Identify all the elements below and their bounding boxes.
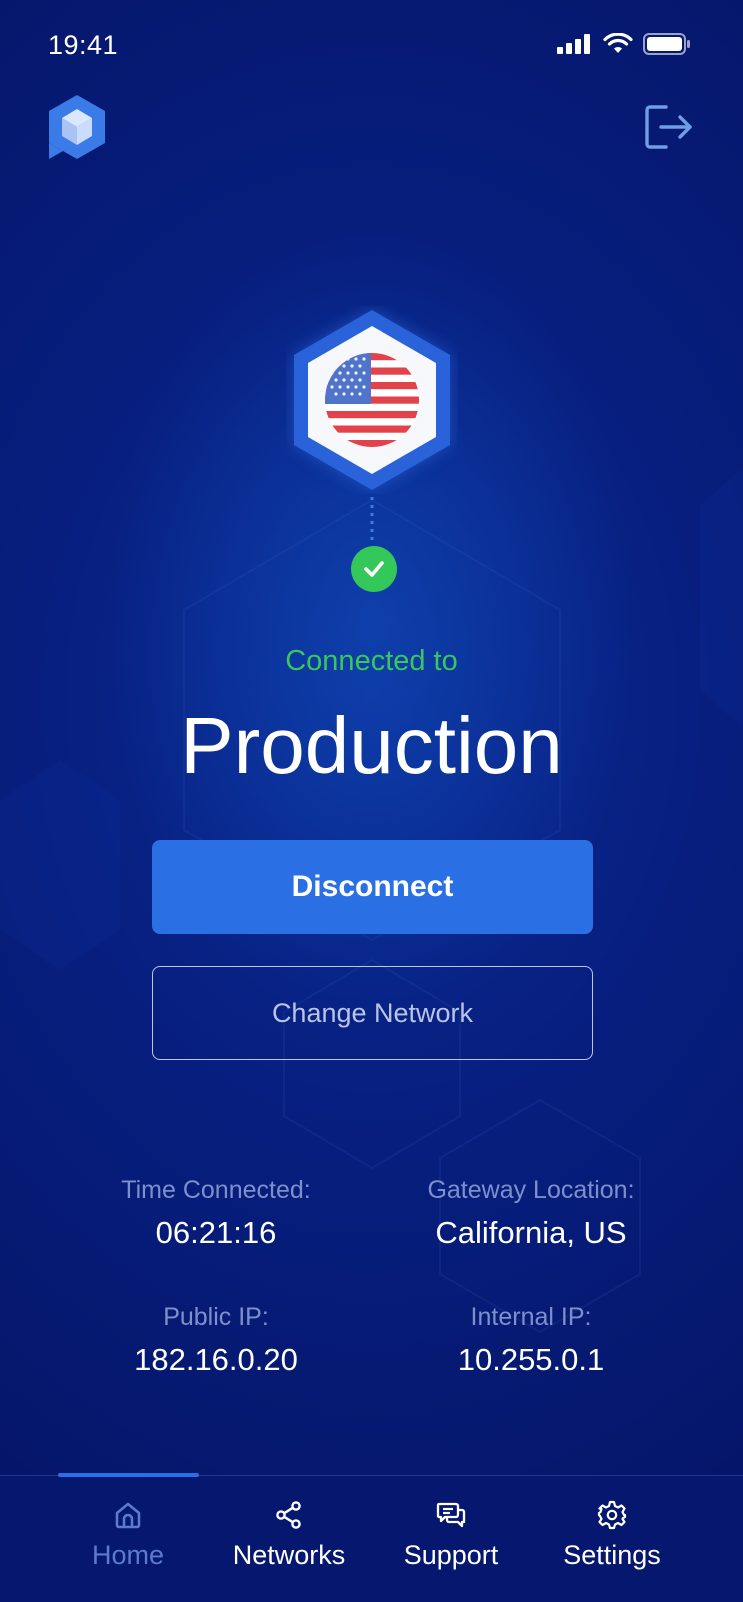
tab-networks-label: Networks xyxy=(232,1540,346,1570)
tab-settings-label: Settings xyxy=(563,1540,661,1570)
time-connected-info: Time Connected: 06:21:16 xyxy=(66,1175,366,1253)
internal-ip-label: Internal IP: xyxy=(470,1303,592,1331)
gateway-location-value: California, US xyxy=(435,1215,627,1250)
tab-settings[interactable]: Settings xyxy=(537,1500,687,1590)
tab-support-label: Support xyxy=(403,1540,499,1570)
app-screen: 19:41 Connected to Production Disconnect… xyxy=(0,0,743,1602)
logout-icon[interactable] xyxy=(644,104,696,150)
connector-line-vertical xyxy=(370,497,374,543)
cube-logo-icon xyxy=(49,95,105,159)
wifi-icon xyxy=(603,33,633,53)
gateway-location-info: Gateway Location: California, US xyxy=(381,1175,681,1253)
tab-home-label: Home xyxy=(91,1540,165,1570)
public-ip-label: Public IP: xyxy=(163,1303,269,1331)
status-time: 19:41 xyxy=(48,30,119,60)
gear-icon xyxy=(597,1500,627,1530)
public-ip-value: 182.16.0.20 xyxy=(134,1342,298,1377)
us-flag-icon xyxy=(294,310,450,490)
internal-ip-value: 10.255.0.1 xyxy=(457,1342,605,1377)
public-ip-info: Public IP: 182.16.0.20 xyxy=(66,1302,366,1380)
battery-icon xyxy=(643,33,690,55)
tab-networks[interactable]: Networks xyxy=(214,1500,364,1590)
cellular-signal-icon xyxy=(557,34,590,54)
gateway-location-label: Gateway Location: xyxy=(427,1176,635,1204)
connection-status-label: Connected to xyxy=(285,645,458,677)
active-tab-indicator xyxy=(58,1473,199,1477)
disconnect-button[interactable]: Disconnect xyxy=(152,840,593,934)
status-icons xyxy=(557,33,691,55)
time-connected-label: Time Connected: xyxy=(121,1176,311,1204)
change-network-button-label: Change Network xyxy=(271,997,474,1028)
change-network-button[interactable]: Change Network xyxy=(152,966,593,1060)
disconnect-button-label: Disconnect xyxy=(291,870,454,903)
check-icon xyxy=(351,546,397,592)
chat-bubbles-icon xyxy=(436,1502,466,1528)
tab-support[interactable]: Support xyxy=(376,1500,526,1590)
share-nodes-icon xyxy=(276,1501,301,1529)
internal-ip-info: Internal IP: 10.255.0.1 xyxy=(381,1302,681,1380)
network-name: Production xyxy=(180,701,563,790)
time-connected-value: 06:21:16 xyxy=(155,1215,277,1250)
tab-home[interactable]: Home xyxy=(53,1500,203,1590)
home-icon xyxy=(115,1502,141,1529)
